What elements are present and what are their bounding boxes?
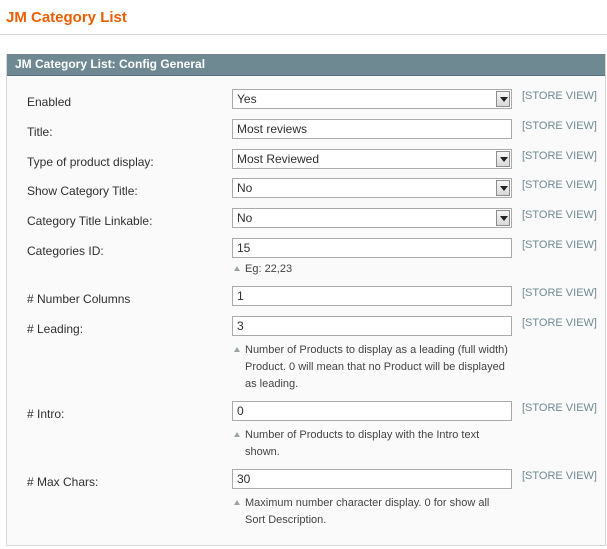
title-scope: [STORE VIEW] — [522, 120, 597, 132]
triangle-up-icon — [234, 500, 240, 505]
triangle-up-icon — [234, 432, 240, 437]
intro-scope: [STORE VIEW] — [522, 402, 597, 414]
show-category-title-select[interactable]: No — [232, 178, 512, 198]
enabled-select-value: Yes — [237, 92, 257, 106]
max-chars-input[interactable] — [232, 469, 512, 489]
section-header[interactable]: JM Category List: Config General — [7, 54, 605, 76]
number-columns-label: # Number Columns — [27, 292, 131, 306]
product-display-scope: [STORE VIEW] — [522, 150, 597, 162]
category-title-linkable-scope: [STORE VIEW] — [522, 209, 597, 221]
product-display-select[interactable]: Most Reviewed — [232, 149, 512, 169]
categories-id-input[interactable] — [232, 238, 512, 258]
intro-label: # Intro: — [27, 407, 65, 421]
chevron-down-icon[interactable] — [496, 91, 510, 107]
title-divider — [0, 34, 607, 35]
note-line: Maximum number character display. 0 for … — [245, 497, 490, 509]
number-columns-input[interactable] — [232, 286, 512, 306]
note-line: Number of Products to display as a leadi… — [245, 344, 508, 356]
enabled-label: Enabled — [27, 95, 72, 109]
chevron-down-icon[interactable] — [496, 151, 510, 167]
number-columns-scope: [STORE VIEW] — [522, 287, 597, 299]
category-title-linkable-select-value: No — [237, 211, 253, 225]
title-input[interactable] — [232, 119, 512, 139]
note-line: Product. 0 will mean that no Product wil… — [245, 361, 505, 373]
max-chars-scope: [STORE VIEW] — [522, 470, 597, 482]
page-title: JM Category List — [6, 9, 127, 26]
category-title-linkable-label: Category Title Linkable: — [27, 214, 153, 228]
note-line: Sort Description. — [245, 514, 327, 526]
leading-scope: [STORE VIEW] — [522, 317, 597, 329]
enabled-scope: [STORE VIEW] — [522, 90, 597, 102]
product-display-select-value: Most Reviewed — [237, 152, 320, 166]
show-category-title-label: Show Category Title: — [27, 184, 138, 198]
intro-note: Number of Products to display with the I… — [234, 427, 519, 461]
product-display-label: Type of product display: — [27, 155, 154, 169]
note-line: Number of Products to display with the I… — [245, 429, 480, 441]
categories-id-scope: [STORE VIEW] — [522, 239, 597, 251]
leading-note: Number of Products to display as a leadi… — [234, 342, 519, 393]
category-title-linkable-select[interactable]: No — [232, 208, 512, 228]
note-line: shown. — [245, 446, 280, 458]
show-category-title-scope: [STORE VIEW] — [522, 179, 597, 191]
triangle-up-icon — [234, 347, 240, 352]
note-line: as leading. — [245, 378, 299, 390]
enabled-select[interactable]: Yes — [232, 89, 512, 109]
max-chars-note: Maximum number character display. 0 for … — [234, 495, 519, 529]
triangle-up-icon — [234, 266, 240, 271]
chevron-down-icon[interactable] — [496, 180, 510, 196]
show-category-title-select-value: No — [237, 181, 253, 195]
intro-input[interactable] — [232, 401, 512, 421]
categories-id-label: Categories ID: — [27, 244, 104, 258]
max-chars-label: # Max Chars: — [27, 475, 99, 489]
note-text: Eg: 22,23 — [245, 263, 293, 275]
categories-id-note: Eg: 22,23 — [234, 261, 519, 278]
leading-label: # Leading: — [27, 322, 84, 336]
chevron-down-icon[interactable] — [496, 210, 510, 226]
config-section: JM Category List: Config General Enabled… — [6, 54, 606, 546]
leading-input[interactable] — [232, 316, 512, 336]
title-label: Title: — [27, 125, 53, 139]
